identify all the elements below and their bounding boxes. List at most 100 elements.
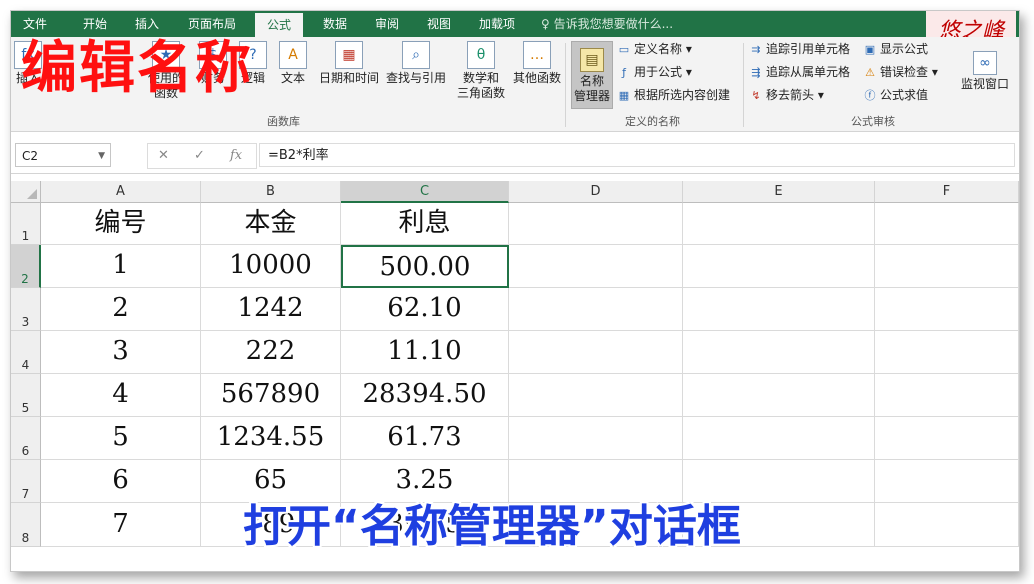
cell-b5[interactable]: 567890 <box>201 374 341 417</box>
cell-c6[interactable]: 61.73 <box>341 417 509 460</box>
cell-e5[interactable] <box>683 374 875 417</box>
cell-b7[interactable]: 65 <box>201 460 341 503</box>
cell-d7[interactable] <box>509 460 683 503</box>
row-header-2[interactable]: 2 <box>11 245 41 288</box>
cell-d6[interactable] <box>509 417 683 460</box>
cell-f4[interactable] <box>875 331 1019 374</box>
row-header-6[interactable]: 6 <box>11 417 41 460</box>
define-name-button[interactable]: ▭ 定义名称 ▾ <box>617 39 692 59</box>
cell-a2[interactable]: 1 <box>41 245 201 288</box>
row-header-4[interactable]: 4 <box>11 331 41 374</box>
cell-d5[interactable] <box>509 374 683 417</box>
cell-a7[interactable]: 6 <box>41 460 201 503</box>
text-button[interactable]: A 文本 <box>275 41 311 86</box>
tab-view[interactable]: 视图 <box>415 11 463 37</box>
cell-a1[interactable]: 编号 <box>41 203 201 245</box>
tab-formulas[interactable]: 公式 <box>255 13 303 37</box>
lookup-reference-button[interactable]: ⌕ 查找与引用 <box>383 41 449 86</box>
cell-c5[interactable]: 28394.50 <box>341 374 509 417</box>
cell-c3[interactable]: 62.10 <box>341 288 509 331</box>
cell-d3[interactable] <box>509 288 683 331</box>
date-time-button[interactable]: ▦ 日期和时间 <box>317 41 381 86</box>
cell-e7[interactable] <box>683 460 875 503</box>
tab-addins[interactable]: 加载项 <box>469 11 525 37</box>
formula-auditing-group-label: 公式审核 <box>851 115 895 128</box>
column-header-b[interactable]: B <box>201 181 341 203</box>
row-header-1[interactable]: 1 <box>11 203 41 245</box>
tab-review[interactable]: 审阅 <box>363 11 411 37</box>
cell-c4[interactable]: 11.10 <box>341 331 509 374</box>
cell-e2[interactable] <box>683 245 875 288</box>
cell-f3[interactable] <box>875 288 1019 331</box>
row-header-8[interactable]: 8 <box>11 503 41 547</box>
tab-insert[interactable]: 插入 <box>123 11 171 37</box>
check-icon[interactable]: ✓ <box>194 144 205 168</box>
cell-c2[interactable]: 500.00 <box>341 245 509 288</box>
cell-f6[interactable] <box>875 417 1019 460</box>
cell-c7[interactable]: 3.25 <box>341 460 509 503</box>
row-header-3[interactable]: 3 <box>11 288 41 331</box>
cell-d4[interactable] <box>509 331 683 374</box>
create-from-selection-button[interactable]: ▦ 根据所选内容创建 <box>617 85 730 105</box>
show-formulas-button[interactable]: ▣ 显示公式 <box>863 39 928 59</box>
column-header-f[interactable]: F <box>875 181 1019 203</box>
cell-e4[interactable] <box>683 331 875 374</box>
select-all-button[interactable] <box>11 181 41 203</box>
cell-e6[interactable] <box>683 417 875 460</box>
trace-precedents-button[interactable]: ⇉ 追踪引用单元格 <box>749 39 850 59</box>
row-header-7[interactable]: 7 <box>11 460 41 503</box>
cell-d1[interactable] <box>509 203 683 245</box>
tell-me-box[interactable]: ♀ 告诉我您想要做什么... <box>541 11 673 37</box>
tab-file[interactable]: 文件 <box>11 11 59 37</box>
lightbulb-icon: ♀ <box>541 17 554 31</box>
cell-f2[interactable] <box>875 245 1019 288</box>
column-header-a[interactable]: A <box>41 181 201 203</box>
cell-f1[interactable] <box>875 203 1019 245</box>
cell-b4[interactable]: 222 <box>201 331 341 374</box>
cell-f7[interactable] <box>875 460 1019 503</box>
column-header-d[interactable]: D <box>509 181 683 203</box>
tab-data[interactable]: 数据 <box>311 11 359 37</box>
cell-e1[interactable] <box>683 203 875 245</box>
remove-arrows-label: 移去箭头 <box>766 88 815 102</box>
more-functions-button[interactable]: … 其他函数 <box>511 41 563 86</box>
cell-a6[interactable]: 5 <box>41 417 201 460</box>
cell-b3[interactable]: 1242 <box>201 288 341 331</box>
cell-b1[interactable]: 本金 <box>201 203 341 245</box>
cancel-icon[interactable]: ✕ <box>158 144 169 168</box>
tab-home[interactable]: 开始 <box>71 11 119 37</box>
cell-f8[interactable] <box>875 503 1019 547</box>
cell-b6[interactable]: 1234.55 <box>201 417 341 460</box>
watch-window-button[interactable]: ∞ 监视窗口 <box>957 51 1013 92</box>
formula-input[interactable]: =B2*利率 <box>259 143 1015 167</box>
remove-arrows-button[interactable]: ↯ 移去箭头 ▾ <box>749 85 823 105</box>
use-in-formula-button[interactable]: ƒ 用于公式 ▾ <box>617 62 692 82</box>
evaluate-formula-button[interactable]: ⓕ 公式求值 <box>863 85 929 105</box>
name-manager-button[interactable]: ▤ 名称 管理器 <box>571 41 613 109</box>
cell-d2[interactable] <box>509 245 683 288</box>
magnifier-book-icon: ⌕ <box>402 41 430 69</box>
cell-c1[interactable]: 利息 <box>341 203 509 245</box>
cell-f5[interactable] <box>875 374 1019 417</box>
evaluate-icon: ⓕ <box>864 88 876 102</box>
cell-a4[interactable]: 3 <box>41 331 201 374</box>
column-header-e[interactable]: E <box>683 181 875 203</box>
error-checking-label: 错误检查 <box>880 65 929 79</box>
error-checking-button[interactable]: ⚠ 错误检查 ▾ <box>863 62 938 82</box>
trace-dependents-button[interactable]: ⇶ 追踪从属单元格 <box>749 62 850 82</box>
cell-a8[interactable]: 7 <box>41 503 201 547</box>
fx-icon[interactable]: fx <box>230 144 242 168</box>
evaluate-formula-label: 公式求值 <box>880 88 929 102</box>
chevron-down-icon[interactable]: ▼ <box>98 144 105 168</box>
trace-precedents-label: 追踪引用单元格 <box>766 42 851 56</box>
math-trig-button[interactable]: θ 数学和 三角函数 <box>451 41 511 101</box>
glasses-icon: ∞ <box>973 51 997 75</box>
cell-a3[interactable]: 2 <box>41 288 201 331</box>
cell-a5[interactable]: 4 <box>41 374 201 417</box>
row-header-5[interactable]: 5 <box>11 374 41 417</box>
column-header-c[interactable]: C <box>341 181 509 203</box>
name-box[interactable]: C2 ▼ <box>15 143 111 167</box>
tab-page-layout[interactable]: 页面布局 <box>179 11 245 37</box>
cell-b2[interactable]: 10000 <box>201 245 341 288</box>
cell-e3[interactable] <box>683 288 875 331</box>
